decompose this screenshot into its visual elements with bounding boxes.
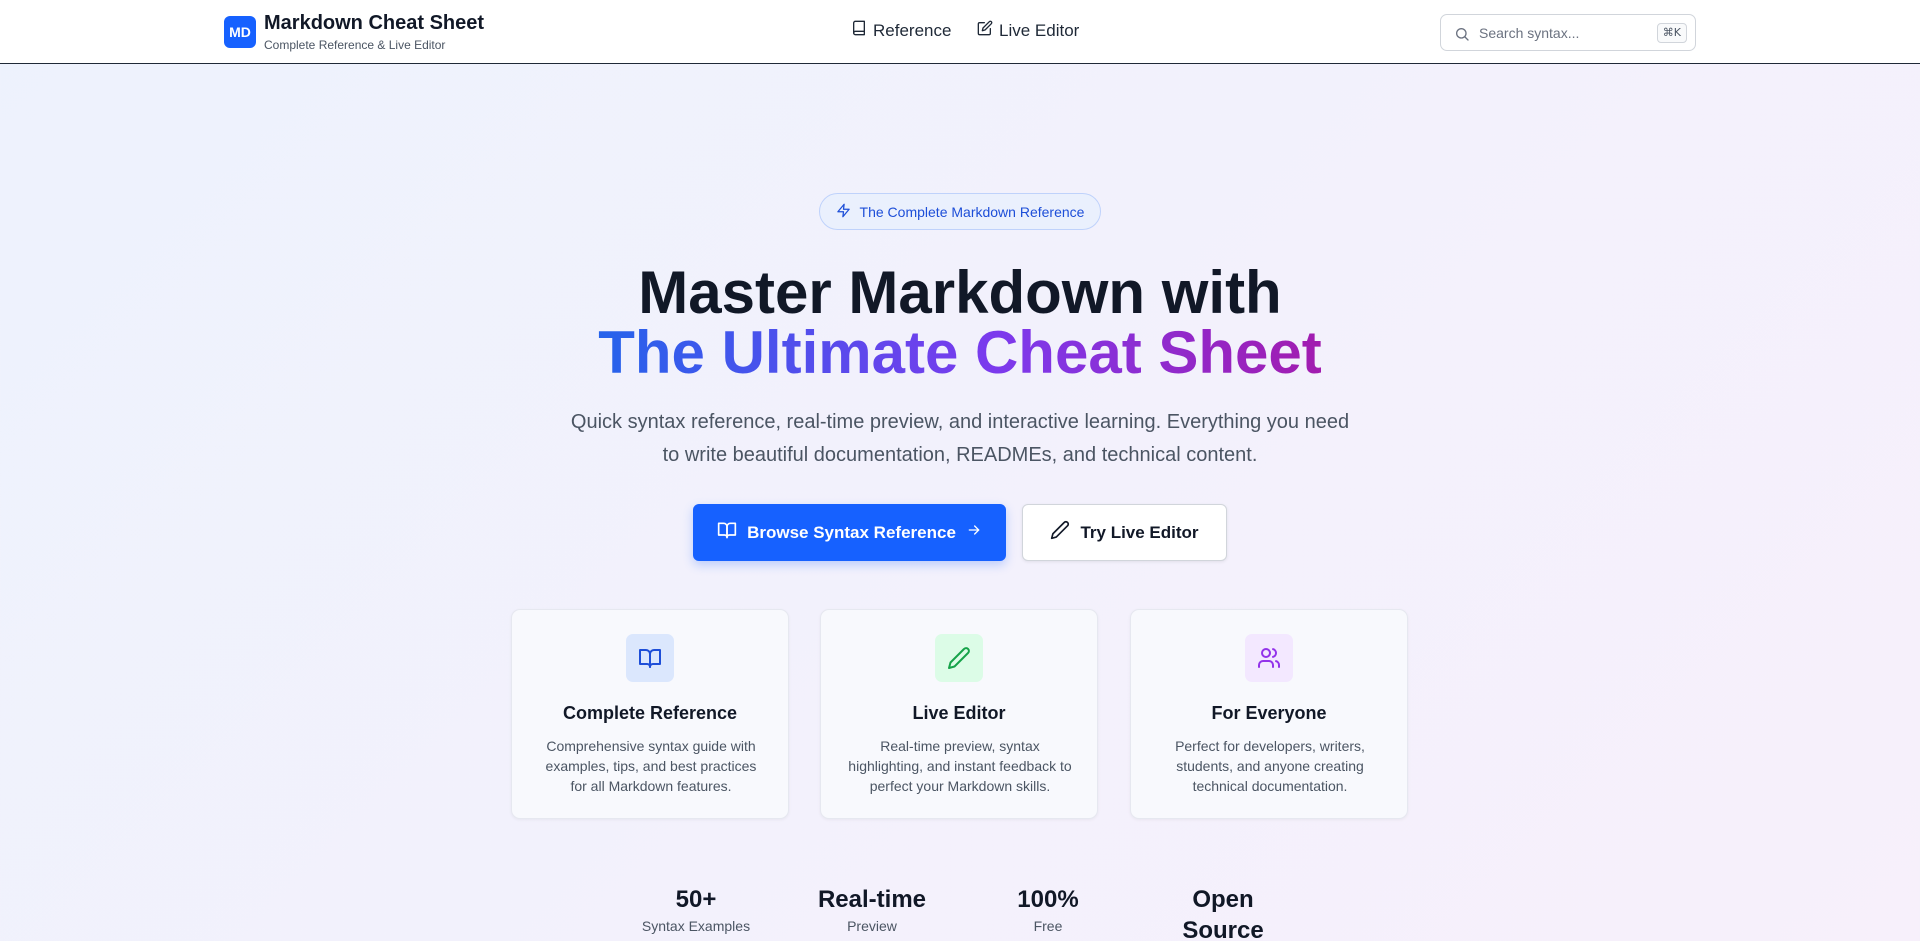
search-input[interactable] <box>1479 21 1649 45</box>
nav-live-editor-label: Live Editor <box>999 20 1080 40</box>
lightning-icon <box>836 203 851 221</box>
feature-description: Perfect for developers, writers, student… <box>1175 738 1365 794</box>
stat-open-source: Open Source <box>1148 884 1298 941</box>
pen-icon <box>935 634 983 682</box>
stat-label: Preview <box>847 918 897 934</box>
stat-value: Real-time <box>817 886 927 913</box>
feature-description: Comprehensive syntax guide with examples… <box>545 738 757 794</box>
stat-value: 50+ <box>675 886 717 913</box>
feature-card-for-everyone: For Everyone Perfect for developers, wri… <box>1130 609 1408 819</box>
feature-title: For Everyone <box>1211 703 1327 723</box>
logo-badge[interactable]: MD <box>224 16 256 48</box>
stat-value: 100% <box>1017 886 1079 913</box>
feature-card-complete-reference: Complete Reference Comprehensive syntax … <box>511 609 789 819</box>
hero-title-line2: The Ultimate Cheat Sheet <box>0 318 1920 388</box>
hero-badge-label: The Complete Markdown Reference <box>859 203 1085 220</box>
users-icon <box>1245 634 1293 682</box>
brand-title[interactable]: Markdown Cheat Sheet <box>264 12 484 35</box>
nav-live-editor-link[interactable]: Live Editor <box>977 20 1079 41</box>
nav-reference-label: Reference <box>873 20 952 40</box>
stat-syntax-examples: 50+ Syntax Examples <box>621 884 771 936</box>
feature-description: Real-time preview, syntax highlighting, … <box>848 738 1072 794</box>
search-shortcut-badge: ⌘K <box>1656 23 1687 43</box>
hero-badge: The Complete Markdown Reference <box>819 193 1101 230</box>
book-icon <box>851 20 867 41</box>
brand-subtitle: Complete Reference & Live Editor <box>264 38 446 52</box>
top-header: MD Markdown Cheat Sheet Complete Referen… <box>0 0 1920 64</box>
search-box[interactable]: ⌘K <box>1440 14 1696 51</box>
edit-icon <box>977 20 993 41</box>
pen-icon <box>1050 520 1070 545</box>
stat-label: Syntax Examples <box>641 918 751 934</box>
browse-syntax-reference-label: Browse Syntax Reference <box>747 522 956 542</box>
feature-title: Live Editor <box>912 703 1006 723</box>
nav-reference-link[interactable]: Reference <box>851 20 951 41</box>
hero-description: Quick syntax reference, real-time previe… <box>570 411 1350 466</box>
book-open-icon <box>626 634 674 682</box>
stat-preview: Real-time Preview <box>797 884 947 936</box>
hero-title-gradient-text: The Ultimate Cheat Sheet <box>598 319 1322 386</box>
arrow-right-icon <box>966 522 982 543</box>
feature-card-live-editor: Live Editor Real-time preview, syntax hi… <box>820 609 1098 819</box>
browse-syntax-reference-button[interactable]: Browse Syntax Reference <box>693 504 1006 561</box>
stat-value: Open Source <box>1182 886 1264 941</box>
search-icon <box>1454 26 1470 42</box>
feature-title: Complete Reference <box>562 703 738 723</box>
stat-free: 100% Free <box>973 884 1123 936</box>
try-live-editor-button[interactable]: Try Live Editor <box>1022 504 1227 561</box>
stat-label: Free <box>1033 918 1063 934</box>
try-live-editor-label: Try Live Editor <box>1080 522 1199 542</box>
book-open-icon <box>717 520 737 545</box>
